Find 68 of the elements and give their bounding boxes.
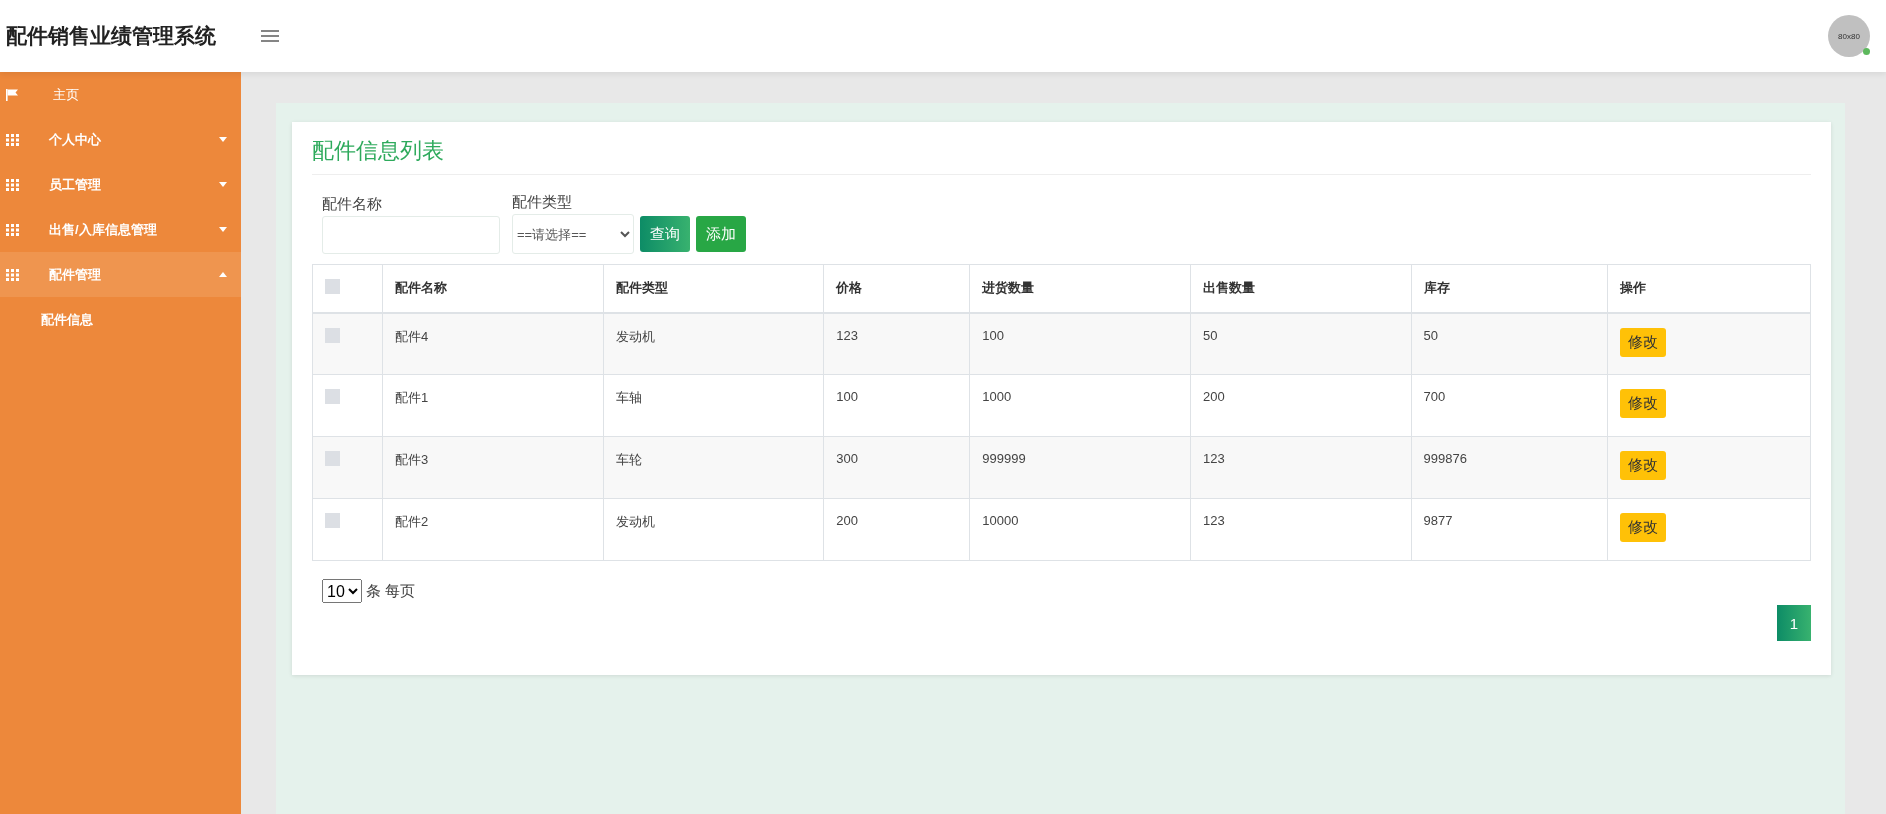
table-cell: 配件2 bbox=[382, 498, 604, 561]
table-cell: 999876 bbox=[1411, 436, 1607, 499]
table-cell: 123 bbox=[823, 312, 970, 375]
table-cell: 100 bbox=[823, 374, 970, 437]
table-cell: 配件1 bbox=[382, 374, 604, 437]
column-header: 出售数量 bbox=[1190, 264, 1412, 313]
edit-button[interactable]: 修改 bbox=[1619, 513, 1666, 542]
search-button[interactable]: 查询 bbox=[640, 216, 690, 252]
column-header: 操作 bbox=[1607, 264, 1811, 313]
table-cell: 123 bbox=[1190, 436, 1412, 499]
table-cell: 车轮 bbox=[603, 436, 824, 499]
page-size-select[interactable]: 10 bbox=[322, 579, 362, 603]
edit-button[interactable]: 修改 bbox=[1619, 389, 1666, 418]
grid-icon bbox=[6, 178, 19, 191]
name-input-field[interactable] bbox=[322, 216, 500, 254]
type-select[interactable]: ==请选择== bbox=[512, 214, 634, 254]
table-cell: 10000 bbox=[969, 498, 1191, 561]
caret-down-icon bbox=[219, 182, 227, 187]
table-cell: 1000 bbox=[969, 374, 1191, 437]
grid-icon bbox=[6, 133, 19, 146]
page-size-label: 条 每页 bbox=[366, 581, 416, 601]
caret-up-icon bbox=[219, 272, 227, 277]
field-label: 配件名称 bbox=[322, 195, 383, 214]
caret-down-icon bbox=[219, 227, 227, 232]
table-cell: 配件3 bbox=[382, 436, 604, 499]
checkbox[interactable] bbox=[325, 513, 340, 528]
flag-icon bbox=[6, 88, 19, 101]
sidebar-item[interactable]: 员工管理 bbox=[0, 162, 241, 207]
avatar[interactable]: 80x80 bbox=[1828, 15, 1870, 57]
page-button[interactable]: 1 bbox=[1777, 605, 1811, 641]
sidebar-subitem[interactable]: 配件信息 bbox=[0, 297, 241, 342]
table-cell: 999999 bbox=[969, 436, 1191, 499]
edit-button[interactable]: 修改 bbox=[1619, 451, 1666, 480]
edit-button[interactable]: 修改 bbox=[1619, 327, 1666, 357]
table-cell: 50 bbox=[1411, 312, 1607, 375]
sidebar-item[interactable]: 出售/入库信息管理 bbox=[0, 207, 241, 252]
grid-icon bbox=[6, 268, 19, 281]
add-button[interactable]: 添加 bbox=[696, 216, 746, 252]
checkbox[interactable] bbox=[325, 389, 340, 404]
column-header: 价格 bbox=[823, 264, 970, 313]
page-title: 配件信息列表 bbox=[312, 136, 1811, 175]
table-cell: 发动机 bbox=[603, 312, 824, 375]
table-cell: 9877 bbox=[1411, 498, 1607, 561]
table-cell: 100 bbox=[969, 312, 1191, 375]
checkbox[interactable] bbox=[325, 327, 340, 343]
table-cell: 700 bbox=[1411, 374, 1607, 437]
table-cell: 200 bbox=[1190, 374, 1412, 437]
column-header: 配件名称 bbox=[382, 264, 604, 313]
grid-icon bbox=[6, 223, 19, 236]
table-cell: 配件4 bbox=[382, 312, 604, 375]
sidebar-item[interactable]: 主页 bbox=[0, 72, 241, 117]
column-header: 进货数量 bbox=[969, 264, 1191, 313]
caret-down-icon bbox=[219, 137, 227, 142]
checkbox[interactable] bbox=[325, 451, 340, 466]
column-header: 配件类型 bbox=[603, 264, 824, 313]
app-title: 配件销售业绩管理系统 bbox=[6, 23, 217, 49]
field-label: 配件类型 bbox=[512, 193, 573, 212]
table-cell: 车轴 bbox=[603, 374, 824, 437]
table-cell: 123 bbox=[1190, 498, 1412, 561]
table-cell: 200 bbox=[823, 498, 970, 561]
checkbox[interactable] bbox=[325, 279, 340, 294]
column-header: 库存 bbox=[1411, 264, 1607, 313]
menu-icon[interactable] bbox=[260, 28, 280, 44]
sidebar-item[interactable]: 个人中心 bbox=[0, 117, 241, 162]
sidebar-item[interactable]: 配件管理 bbox=[0, 252, 241, 297]
table-cell: 发动机 bbox=[603, 498, 824, 561]
table-cell: 50 bbox=[1190, 312, 1412, 375]
table-cell: 300 bbox=[823, 436, 970, 499]
